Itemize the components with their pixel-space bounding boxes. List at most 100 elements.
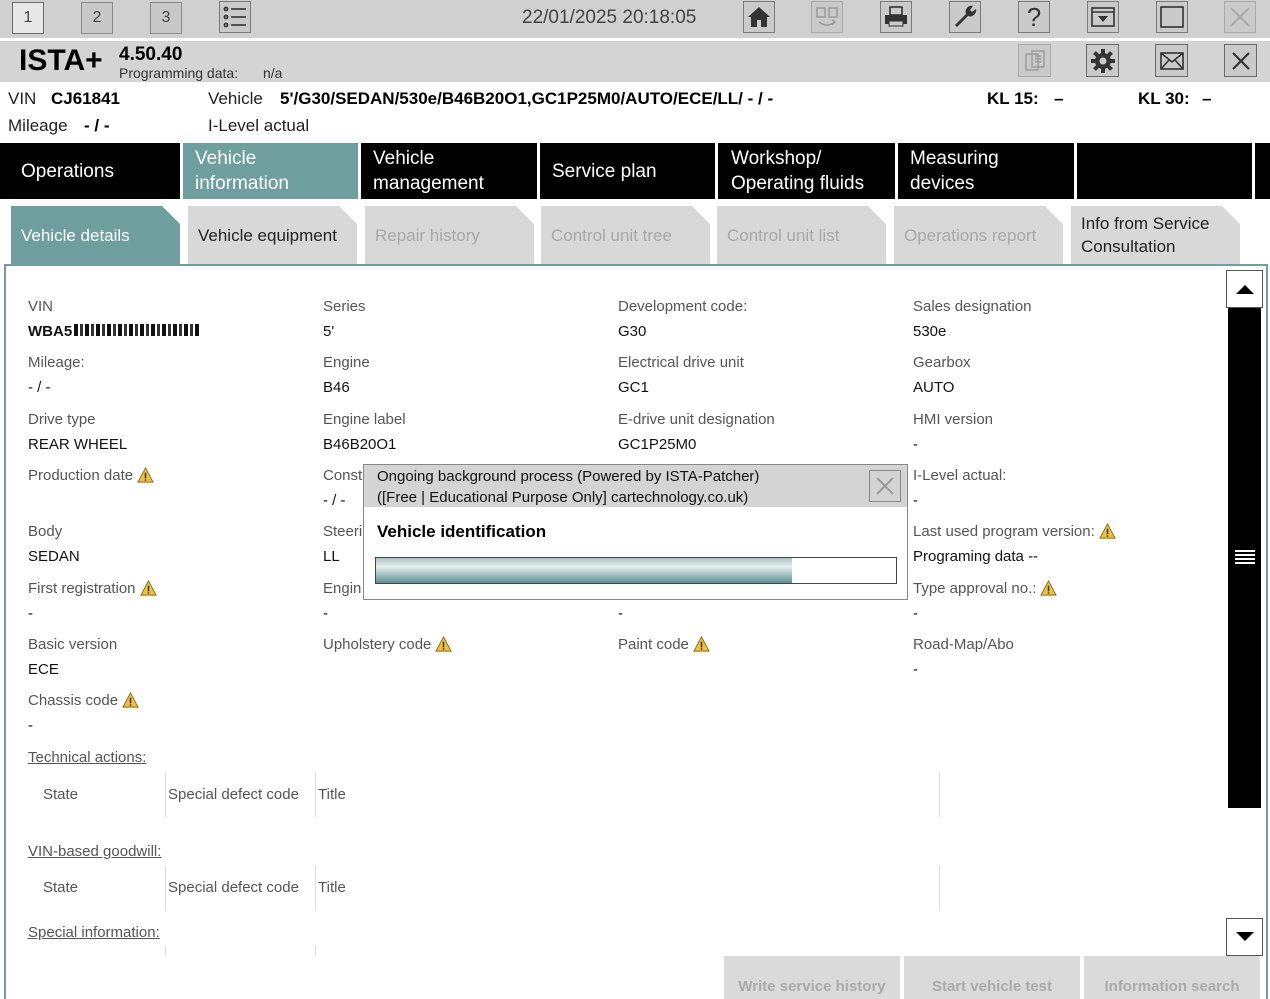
- column-divider: [939, 772, 940, 817]
- construction-label: Const: [323, 467, 363, 484]
- col3-row6-value: -: [618, 605, 623, 622]
- information-search-button[interactable]: Information search: [1084, 956, 1260, 999]
- vehicle-label: Vehicle: [208, 89, 263, 108]
- session-tab-2[interactable]: 2: [81, 2, 113, 34]
- technical-actions-link[interactable]: Technical actions:: [28, 749, 146, 766]
- hmi-version-value: -: [913, 436, 918, 453]
- mileage-label: Mileage: [8, 116, 68, 135]
- gearbox-label: Gearbox: [913, 354, 971, 371]
- tech-col-state[interactable]: State: [43, 786, 78, 803]
- column-divider: [939, 866, 940, 911]
- subtab-vehicle-equipment[interactable]: Vehicle equipment: [188, 206, 357, 264]
- chassis-code-label: Chassis code: [28, 692, 139, 709]
- clipboard-button[interactable]: [1018, 44, 1051, 77]
- column-divider: [315, 946, 316, 956]
- close-icon: [1230, 7, 1250, 27]
- last-program-version-label: Last used program version:: [913, 523, 1116, 540]
- settings-button[interactable]: [1086, 44, 1119, 77]
- special-information-link[interactable]: Special information:: [28, 924, 160, 941]
- scroll-down-button[interactable]: [1226, 918, 1263, 956]
- dialog-message: Vehicle identification: [377, 522, 547, 541]
- print-button[interactable]: [880, 1, 912, 33]
- mileage-field-value: - / -: [28, 379, 51, 396]
- wrench-button[interactable]: [949, 1, 981, 33]
- subtab-repair-history[interactable]: Repair history: [365, 206, 534, 264]
- series-label: Series: [323, 298, 366, 315]
- progress-bar-fill: [376, 558, 792, 583]
- kl15-value: –: [1054, 89, 1064, 108]
- type-approval-value: -: [913, 605, 918, 622]
- dialog-close-button[interactable]: [869, 470, 901, 502]
- list-icon: [223, 6, 246, 28]
- goodwill-col-title[interactable]: Title: [318, 879, 346, 896]
- engine-label-value: B46B20O1: [323, 436, 397, 453]
- ilevel-actual-label: I-Level actual:: [913, 467, 1007, 484]
- vin-goodwill-link[interactable]: VIN-based goodwill:: [28, 843, 161, 860]
- nav-operations[interactable]: Operations: [0, 143, 180, 199]
- close-session-button[interactable]: [1224, 44, 1257, 77]
- nav-service-plan[interactable]: Service plan: [540, 143, 715, 199]
- hmi-version-label: HMI version: [913, 411, 994, 428]
- edrive-designation-label: E-drive unit designation: [618, 411, 775, 428]
- tech-col-title[interactable]: Title: [318, 786, 346, 803]
- session-tab-3[interactable]: 3: [150, 2, 182, 34]
- close-app-button[interactable]: [1224, 1, 1256, 33]
- ilevel-label: I-Level actual: [208, 116, 310, 135]
- body-value: SEDAN: [28, 548, 80, 565]
- nav-empty-tab[interactable]: [1077, 143, 1252, 199]
- nav-workshop-fluids[interactable]: Workshop/ Operating fluids: [718, 143, 895, 199]
- warning-icon: [137, 467, 154, 483]
- vin-field-label: VIN: [28, 298, 54, 315]
- gear-icon: [1090, 48, 1115, 73]
- column-divider: [165, 772, 166, 817]
- vehicle-value: 5'/G30/SEDAN/530e/B46B20O1,GC1P25M0/AUTO…: [280, 89, 774, 108]
- home-button[interactable]: [743, 1, 775, 33]
- first-registration-label: First registration: [28, 580, 157, 597]
- goodwill-col-defect[interactable]: Special defect code: [168, 879, 299, 896]
- mail-button[interactable]: [1155, 44, 1188, 77]
- subtab-service-consultation[interactable]: Info from Service Consultation: [1071, 206, 1240, 264]
- kl30-value: –: [1202, 89, 1212, 108]
- write-service-history-button[interactable]: Write service history: [724, 956, 900, 999]
- goodwill-col-state[interactable]: State: [43, 879, 78, 896]
- home-icon: [748, 7, 770, 27]
- scrollbar-thumb[interactable]: [1228, 308, 1261, 808]
- dropdown-menu-button[interactable]: [1087, 1, 1119, 33]
- sales-designation-value: 530e: [913, 323, 947, 340]
- column-divider: [315, 866, 316, 911]
- session-tab-1[interactable]: 1: [12, 2, 44, 34]
- gearbox-value: AUTO: [913, 379, 955, 396]
- nav-vehicle-management[interactable]: Vehicle management: [361, 143, 537, 199]
- subtab-operations-report[interactable]: Operations report: [894, 206, 1063, 264]
- dialog-header: Ongoing background process (Powered by I…: [364, 465, 907, 507]
- kl15-label: KL 15:: [987, 89, 1039, 108]
- transfer-button[interactable]: [811, 1, 843, 33]
- subtab-control-unit-list[interactable]: Control unit list: [717, 206, 886, 264]
- scroll-up-button[interactable]: [1226, 270, 1263, 308]
- nav-vehicle-information[interactable]: Vehicle information: [183, 143, 358, 199]
- warning-icon: [435, 636, 453, 652]
- list-button[interactable]: [219, 1, 251, 33]
- arrow-up-icon: [1235, 285, 1254, 294]
- window-button[interactable]: [1156, 1, 1188, 33]
- help-button[interactable]: ?: [1018, 1, 1050, 33]
- engine-value: B46: [323, 379, 350, 396]
- tech-col-defect[interactable]: Special defect code: [168, 786, 299, 803]
- development-code-value: G30: [618, 323, 647, 340]
- engine-label-label: Engine label: [323, 411, 406, 428]
- last-program-version-value: Programing data --: [913, 548, 1039, 565]
- type-approval-label: Type approval no.:: [913, 580, 1058, 597]
- progress-bar: [375, 557, 897, 584]
- subtab-vehicle-details[interactable]: Vehicle details: [11, 206, 180, 264]
- dropdown-icon: [1091, 7, 1115, 27]
- dialog-title-line2: ([Free | Educational Purpose Only] carte…: [377, 489, 749, 506]
- paint-code-label: Paint code: [618, 636, 710, 653]
- nav-measuring-devices[interactable]: Measuring devices: [898, 143, 1074, 199]
- construction-value: - / -: [323, 492, 346, 509]
- warning-icon: [139, 580, 157, 596]
- background-process-dialog: Ongoing background process (Powered by I…: [363, 464, 908, 600]
- subtab-control-unit-tree[interactable]: Control unit tree: [541, 206, 710, 264]
- start-vehicle-test-button[interactable]: Start vehicle test: [904, 956, 1080, 999]
- grip-icon: [1235, 550, 1255, 564]
- app-name: ISTA+: [19, 44, 103, 77]
